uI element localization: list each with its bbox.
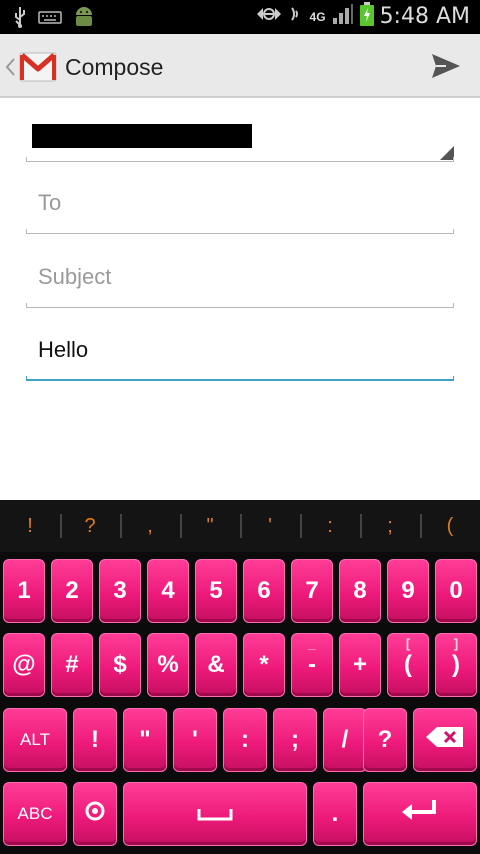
network-type: 4G <box>309 9 326 24</box>
subject-placeholder: Subject <box>38 264 112 289</box>
key-colon[interactable]: : <box>223 708 267 772</box>
key-close-paren[interactable]: ]) <box>435 633 477 697</box>
alt-key[interactable]: ALT <box>3 708 67 772</box>
signal-icon <box>332 3 354 30</box>
backspace-key[interactable] <box>413 708 477 772</box>
enter-key[interactable] <box>363 782 477 846</box>
suggestion-item[interactable]: ! <box>0 500 60 552</box>
body-field[interactable]: Hello <box>26 327 454 381</box>
key-asterisk[interactable]: * <box>243 633 285 697</box>
spinner-triangle-icon <box>440 146 454 160</box>
key-dollar[interactable]: $ <box>99 633 141 697</box>
suggestion-item[interactable]: , <box>120 500 180 552</box>
key-5[interactable]: 5 <box>195 559 237 623</box>
back-chevron-icon[interactable] <box>4 56 16 83</box>
from-account-spinner[interactable] <box>26 112 454 162</box>
key-8[interactable]: 8 <box>339 559 381 623</box>
space-bar-icon <box>197 800 233 828</box>
subject-field[interactable]: Subject <box>26 254 454 308</box>
key-1[interactable]: 1 <box>3 559 45 623</box>
status-bar: 4G 5:48 AM <box>0 0 480 34</box>
to-placeholder: To <box>38 190 62 215</box>
suggestion-item[interactable]: ' <box>240 500 300 552</box>
key-single-quote[interactable]: ' <box>173 708 217 772</box>
field-underline <box>26 157 454 162</box>
key-3[interactable]: 3 <box>99 559 141 623</box>
gmail-icon[interactable] <box>18 47 58 87</box>
key-period[interactable]: . <box>313 782 357 846</box>
key-slash[interactable]: / <box>323 708 367 772</box>
android-icon <box>72 4 96 35</box>
sync-icon <box>254 2 284 31</box>
key-percent[interactable]: % <box>147 633 189 697</box>
suggestion-item[interactable]: ( <box>420 500 480 552</box>
key-double-quote[interactable]: " <box>123 708 167 772</box>
key-exclamation[interactable]: ! <box>73 708 117 772</box>
key-9[interactable]: 9 <box>387 559 429 623</box>
key-semicolon[interactable]: ; <box>273 708 317 772</box>
suggestion-strip: ! ? , " ' : ; ( <box>0 500 480 552</box>
action-bar: Compose <box>0 34 480 98</box>
key-6[interactable]: 6 <box>243 559 285 623</box>
key-at[interactable]: @ <box>3 633 45 697</box>
key-4[interactable]: 4 <box>147 559 189 623</box>
field-underline <box>26 229 454 234</box>
status-time: 5:48 AM <box>379 4 470 29</box>
field-underline-focused <box>26 376 454 381</box>
page-title: Compose <box>65 54 164 80</box>
enter-icon <box>400 798 440 831</box>
suggestion-item[interactable]: " <box>180 500 240 552</box>
send-icon[interactable] <box>430 50 462 82</box>
key-2[interactable]: 2 <box>51 559 93 623</box>
suggestion-item[interactable]: ; <box>360 500 420 552</box>
soft-keyboard: ! ? , " ' : ; ( 1 2 3 4 5 6 7 8 9 0 @ # … <box>0 500 480 854</box>
suggestion-item[interactable]: : <box>300 500 360 552</box>
key-open-paren[interactable]: [( <box>387 633 429 697</box>
backspace-icon <box>425 726 465 755</box>
battery-icon <box>359 2 374 31</box>
settings-key[interactable] <box>73 782 117 846</box>
usb-icon <box>12 5 28 34</box>
to-field[interactable]: To <box>26 180 454 234</box>
field-underline <box>26 303 454 308</box>
key-ampersand[interactable]: & <box>195 633 237 697</box>
settings-icon <box>84 800 106 829</box>
key-question[interactable]: ? <box>363 708 407 772</box>
key-minus[interactable]: _ - <box>291 633 333 697</box>
wifi-icon <box>290 4 304 29</box>
key-7[interactable]: 7 <box>291 559 333 623</box>
body-text: Hello <box>38 337 89 362</box>
keyboard-icon <box>38 9 62 30</box>
key-hash[interactable]: # <box>51 633 93 697</box>
key-plus[interactable]: + <box>339 633 381 697</box>
abc-key[interactable]: ABC <box>3 782 67 846</box>
suggestion-item[interactable]: ? <box>60 500 120 552</box>
space-key[interactable] <box>123 782 307 846</box>
key-0[interactable]: 0 <box>435 559 477 623</box>
redacted-account <box>32 124 252 148</box>
